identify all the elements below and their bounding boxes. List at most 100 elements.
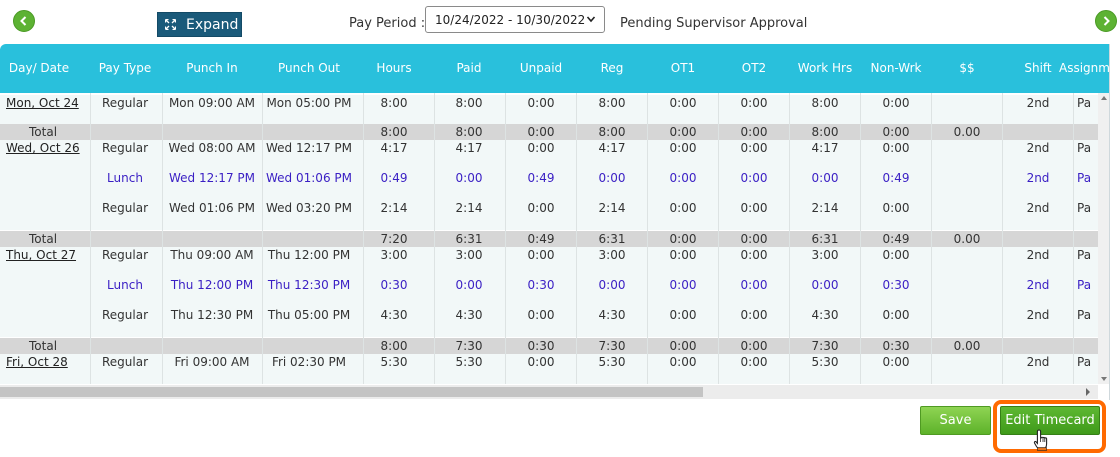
timecard-page: Expand Pay Period : 10/24/2022 - 10/30/2… [0, 0, 1120, 457]
cell-non-wrk: 0:00 [882, 96, 910, 110]
scroll-right-icon[interactable] [1086, 388, 1090, 396]
column-divider [162, 93, 163, 384]
cell-pay-type: Regular [101, 201, 149, 215]
expand-arrows-icon [165, 19, 176, 30]
table-row: Regular Wed 01:06 PM Wed 03:20 PM 2:14 2:14 0… [0, 200, 1109, 230]
cell-pay-type: Regular [101, 141, 149, 155]
cell-pay-type: Regular [101, 96, 149, 110]
cell-punch-out: Mon 05:00 PM [266, 96, 352, 110]
expand-label: Expand [186, 16, 239, 33]
cell-punch-in: Wed 12:17 PM [169, 171, 255, 185]
hand-pointer-icon [1033, 429, 1048, 451]
cell-pay-type: Regular [101, 355, 149, 369]
cell-punch-in: Wed 08:00 AM [168, 141, 256, 155]
vertical-scrollbar[interactable] [1098, 93, 1109, 384]
column-divider [1073, 93, 1074, 384]
cell-shift: 2nd [1026, 171, 1050, 185]
pay-period-label: Pay Period : [349, 16, 426, 31]
total-label: Total [29, 339, 58, 353]
previous-period-button[interactable] [13, 10, 35, 32]
horizontal-scrollbar[interactable] [0, 385, 1098, 399]
cell-shift: 2nd [1026, 201, 1050, 215]
column-divider [262, 93, 263, 384]
column-header-day-date: Day/ Date [8, 61, 70, 75]
cell-day-date[interactable]: Thu, Oct 27 [6, 248, 76, 262]
cell-punch-out: Wed 01:06 PM [266, 171, 352, 185]
scroll-up-icon[interactable] [1101, 96, 1107, 100]
column-divider [647, 93, 648, 384]
cell-assignment: Pa [1077, 141, 1092, 155]
total-row: Total 8:00 8:00 0:00 8:00 0:00 0:00 8:00 0:00 0.0… [0, 124, 1109, 140]
cell-punch-in: Fri 09:00 AM [174, 355, 250, 369]
cell-assignment: Pa [1077, 201, 1092, 215]
pay-period-value: 10/24/2022 - 10/30/2022 [435, 12, 586, 27]
column-header-pay-type: Pay Type [98, 61, 152, 75]
cell-punch-out: Wed 12:17 PM [266, 141, 352, 155]
total-label: Total [29, 125, 58, 139]
table-row: Mon, Oct 24 Regular Mon 09:00 AM Mon 05:00 … [0, 95, 1109, 124]
column-divider [434, 93, 435, 384]
chevron-left-icon [20, 16, 27, 26]
cell-non-wrk: 0:00 [882, 141, 910, 155]
cell-assignment: Pa [1077, 248, 1092, 262]
cell-shift: 2nd [1026, 308, 1050, 322]
cell-assignment: Pa [1077, 171, 1092, 185]
chevron-right-icon [1103, 16, 1110, 26]
cell-punch-in: Thu 12:30 PM [170, 308, 254, 322]
table-row: Thu, Oct 27 Regular Thu 09:00 AM Thu 12:00 … [0, 247, 1109, 277]
cell-money: 0.00 [953, 125, 981, 139]
horizontal-scroll-thumb[interactable] [0, 387, 703, 397]
cell-pay-type: Regular [101, 248, 149, 262]
cell-money: 0.00 [953, 339, 981, 353]
pay-period-select[interactable]: 10/24/2022 - 10/30/2022 [425, 6, 605, 33]
table-header: Day/ Date Pay Type Punch In Punch Out Hours P… [0, 44, 1110, 93]
cell-shift: 2nd [1026, 278, 1050, 292]
cell-day-date[interactable]: Wed, Oct 26 [6, 141, 80, 155]
column-divider [1002, 93, 1003, 384]
cell-pay-type: Regular [101, 308, 149, 322]
column-divider [789, 93, 790, 384]
cell-non-wrk: 0:00 [882, 248, 910, 262]
cell-punch-out: Thu 05:00 PM [267, 308, 351, 322]
cell-non-wrk: 0:49 [882, 171, 910, 185]
cell-non-wrk: 0:00 [882, 201, 910, 215]
total-row: Total 8:00 7:30 0:30 7:30 0:00 0:00 7:30 0:30 0.0… [0, 338, 1109, 354]
column-header-assignment: Assignme [1059, 61, 1110, 75]
save-button[interactable]: Save [920, 406, 991, 435]
cell-assignment: Pa [1077, 355, 1092, 369]
cell-money: 0.00 [953, 232, 981, 246]
cell-non-wrk: 0:30 [882, 278, 910, 292]
column-divider [576, 93, 577, 384]
chevron-down-icon [586, 16, 596, 23]
cell-shift: 2nd [1026, 248, 1050, 262]
cell-punch-out: Wed 03:20 PM [266, 201, 352, 215]
cell-pay-type: Lunch [107, 278, 143, 292]
table-row: Regular Thu 12:30 PM Thu 05:00 PM 4:30 4:30 0… [0, 307, 1109, 337]
approval-status: Pending Supervisor Approval [620, 16, 808, 31]
table-row: Fri, Oct 28 Regular Fri 09:00 AM Fri 02:30 … [0, 354, 1109, 384]
cell-punch-in: Mon 09:00 AM [168, 96, 256, 110]
cell-punch-out: Thu 12:00 PM [267, 248, 351, 262]
timecard-table: Day/ Date Pay Type Punch In Punch Out Hours P… [0, 44, 1110, 400]
cell-punch-out: Fri 02:30 PM [271, 355, 347, 369]
next-period-button[interactable] [1095, 10, 1117, 32]
cell-shift: 2nd [1026, 96, 1050, 110]
cell-punch-in: Wed 01:06 PM [169, 201, 255, 215]
cell-assignment: Pa [1077, 96, 1092, 110]
cell-pay-type: Lunch [107, 171, 143, 185]
column-divider [718, 93, 719, 384]
cell-punch-in: Thu 09:00 AM [170, 248, 254, 262]
column-divider [505, 93, 506, 384]
cell-punch-in: Thu 12:00 PM [170, 278, 254, 292]
total-label: Total [29, 232, 58, 246]
column-header-punch-out: Punch Out [277, 61, 340, 75]
column-divider [90, 93, 91, 384]
cell-day-date[interactable]: Fri, Oct 28 [6, 355, 68, 369]
column-divider [860, 93, 861, 384]
table-row: Wed, Oct 26 Regular Wed 08:00 AM Wed 12:17 … [0, 140, 1109, 170]
expand-button[interactable]: Expand [157, 12, 242, 37]
scroll-down-icon[interactable] [1101, 377, 1107, 381]
lunch-row: Lunch Thu 12:00 PM Thu 12:30 PM 0:30 0:00 0:3… [0, 277, 1109, 307]
column-divider [363, 93, 364, 384]
cell-day-date[interactable]: Mon, Oct 24 [6, 96, 79, 110]
